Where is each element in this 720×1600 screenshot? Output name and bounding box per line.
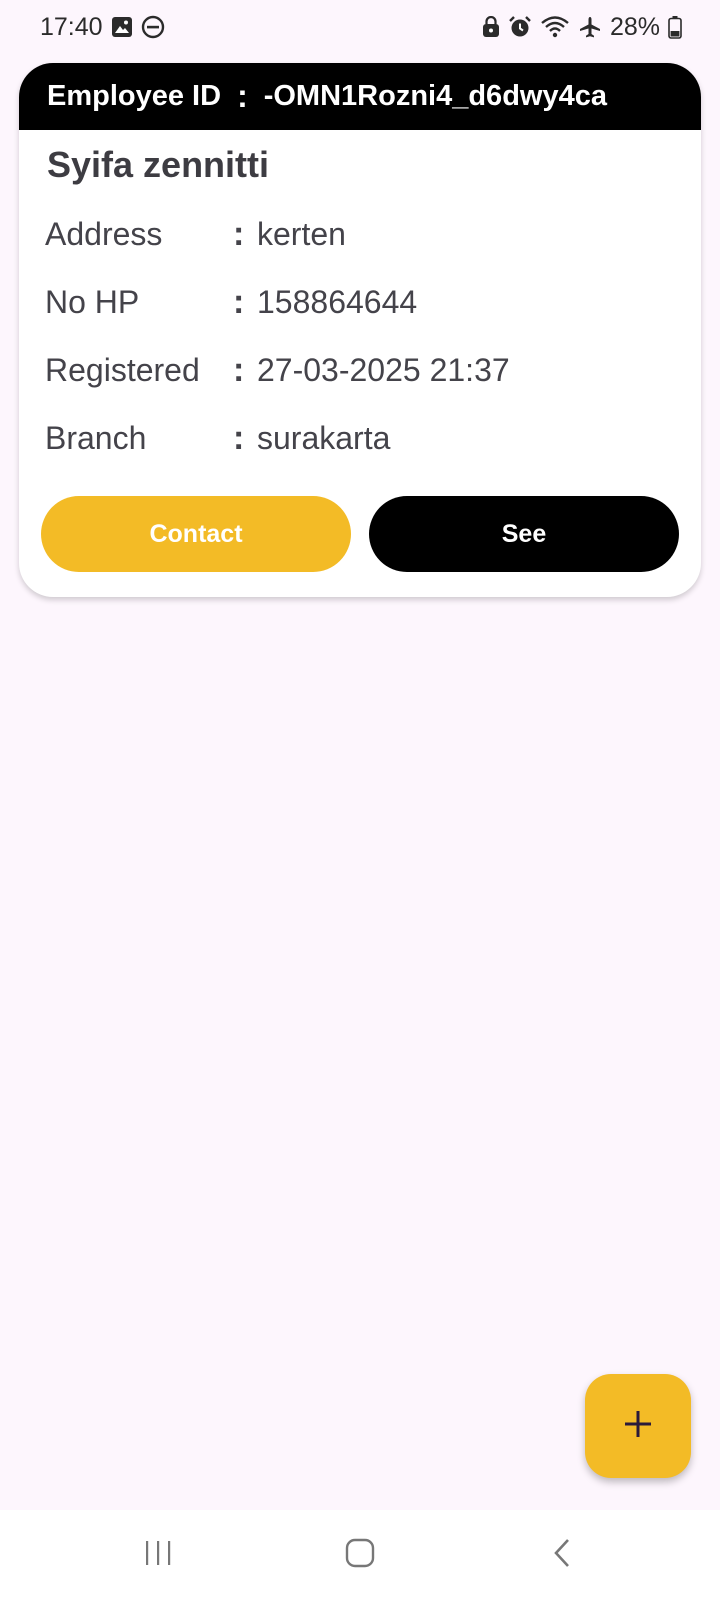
do-not-disturb-icon bbox=[141, 15, 165, 39]
detail-colon: : bbox=[233, 418, 245, 457]
card-header: Employee ID : -OMN1Rozni4_d6dwy4ca bbox=[19, 63, 701, 130]
detail-label: No HP bbox=[45, 283, 140, 320]
employee-id-value: -OMN1Rozni4_d6dwy4ca bbox=[263, 80, 607, 112]
employee-name: Syifa zennitti bbox=[47, 144, 270, 185]
lock-icon bbox=[482, 16, 500, 38]
detail-row-address: Address : kerten bbox=[19, 200, 701, 268]
plus-icon bbox=[623, 1409, 653, 1444]
detail-row-registered: Registered : 27-03-2025 21:37 bbox=[19, 336, 701, 404]
status-right: 28% bbox=[482, 13, 682, 42]
detail-colon: : bbox=[233, 350, 245, 389]
detail-label: Registered bbox=[45, 351, 200, 388]
employee-id-colon: : bbox=[237, 78, 248, 114]
card-buttons: Contact See bbox=[41, 496, 679, 572]
see-button[interactable]: See bbox=[369, 496, 679, 572]
status-bar: 17:40 28% bbox=[0, 0, 720, 54]
status-left: 17:40 bbox=[40, 13, 165, 42]
detail-colon: : bbox=[233, 282, 245, 321]
recent-apps-button[interactable] bbox=[133, 1532, 183, 1578]
wifi-icon bbox=[540, 15, 570, 39]
detail-colon: : bbox=[233, 214, 245, 253]
navigation-bar bbox=[0, 1510, 720, 1600]
detail-label: Branch bbox=[45, 419, 147, 456]
battery-icon bbox=[668, 15, 682, 39]
back-button[interactable] bbox=[537, 1532, 587, 1578]
detail-rows: Address : kerten No HP : 158864644 Regis… bbox=[19, 200, 701, 472]
airplane-icon bbox=[578, 15, 602, 39]
detail-value: kerten bbox=[257, 215, 346, 252]
home-button[interactable] bbox=[335, 1532, 385, 1578]
employee-id-label: Employee ID bbox=[47, 80, 222, 112]
detail-value: 27-03-2025 21:37 bbox=[257, 351, 510, 388]
contact-button[interactable]: Contact bbox=[41, 496, 351, 572]
detail-value: 158864644 bbox=[257, 283, 418, 320]
detail-label: Address bbox=[45, 215, 163, 252]
detail-row-phone: No HP : 158864644 bbox=[19, 268, 701, 336]
employee-card: Employee ID : -OMN1Rozni4_d6dwy4ca Syifa… bbox=[19, 63, 701, 597]
status-time: 17:40 bbox=[40, 12, 103, 41]
back-icon bbox=[550, 1537, 574, 1574]
battery-percent: 28% bbox=[609, 12, 660, 41]
home-icon bbox=[344, 1537, 376, 1574]
alarm-icon bbox=[508, 15, 532, 39]
image-icon bbox=[111, 16, 133, 38]
detail-value: surakarta bbox=[257, 419, 391, 456]
add-employee-button[interactable] bbox=[585, 1374, 691, 1478]
detail-row-branch: Branch : surakarta bbox=[19, 404, 701, 472]
recent-apps-icon bbox=[143, 1539, 173, 1572]
